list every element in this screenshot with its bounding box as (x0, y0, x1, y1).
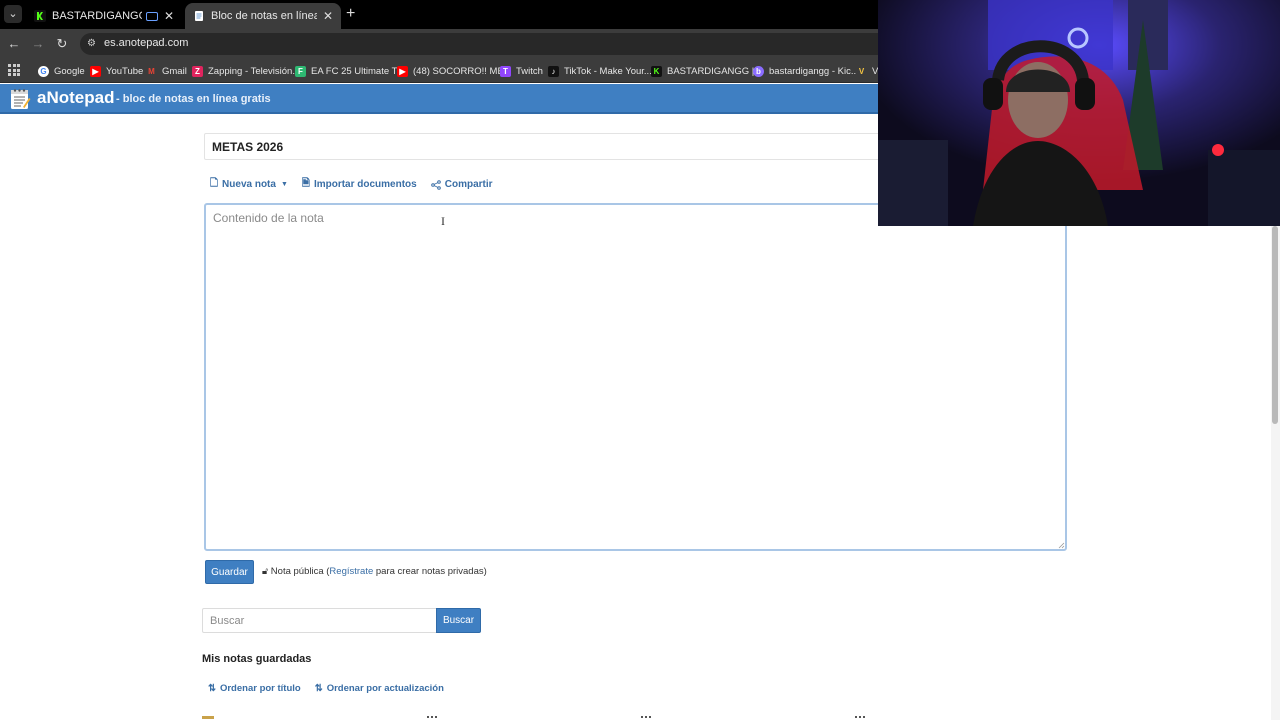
bookmark-label: Zapping - Televisión... (208, 65, 301, 77)
bookmark-label: TikTok - Make Your... (564, 65, 652, 77)
kick-icon: b (753, 65, 764, 77)
site-brand[interactable]: aNotepad (37, 88, 114, 108)
webcam-overlay (878, 0, 1280, 226)
save-button[interactable]: Guardar (205, 560, 254, 584)
tab-title: BASTARDIGANGG Stream - (52, 10, 142, 22)
bookmark-label: EA FC 25 Ultimate T... (311, 65, 405, 77)
kick-icon: K (651, 65, 662, 77)
reload-icon[interactable]: ↻ (54, 36, 70, 52)
kick-icon (34, 10, 46, 22)
forward-arrow-icon[interactable]: → (30, 36, 46, 52)
bookmark-youtube[interactable]: ▶ YouTube (90, 63, 143, 79)
bookmark-ea-fc[interactable]: F EA FC 25 Ultimate T... (295, 63, 404, 79)
share-link[interactable]: Compartir (430, 176, 493, 193)
tab-title: Bloc de notas en línea - Toma y (211, 10, 317, 22)
register-link[interactable]: Regístrate (329, 566, 373, 577)
back-arrow-icon[interactable]: ← (6, 36, 22, 52)
sort-icon: ⇅ (208, 683, 216, 694)
resize-grip-icon[interactable] (1057, 541, 1065, 549)
bookmark-label: (48) SOCORRO!! ME... (413, 65, 512, 77)
bookmark-label: bastardigangg - Kic... (769, 65, 859, 77)
notepad-logo-icon[interactable] (8, 87, 32, 111)
saved-notes-list-partial (202, 714, 902, 720)
url-text: es.anotepad.com (104, 37, 189, 49)
caret-down-icon: ▼ (280, 181, 288, 188)
google-icon: G (38, 65, 49, 77)
text-cursor-icon: I (441, 214, 445, 228)
notepad-icon (195, 11, 203, 21)
bookmark-label: Google (54, 65, 85, 77)
search-input[interactable] (202, 608, 437, 633)
bookmark-gmail[interactable]: M Gmail (146, 63, 187, 79)
twitch-icon: T (500, 65, 511, 77)
bookmark-google[interactable]: G Google (38, 63, 85, 79)
bookmark-twitch[interactable]: T Twitch (500, 63, 543, 79)
share-label: Compartir (444, 179, 493, 190)
apps-grid-icon[interactable] (8, 64, 20, 76)
bookmark-label: YouTube (106, 65, 144, 77)
bookmark-label: Twitch (516, 65, 543, 77)
bookmark-vi[interactable]: V Vi (856, 63, 880, 79)
tab-anotepad[interactable]: Bloc de notas en línea - Toma y ✕ (185, 3, 341, 29)
sort-icon: ⇅ (314, 683, 323, 694)
import-documents-link[interactable]: 🗎 Importar documentos (302, 176, 417, 193)
youtube-icon: ▶ (397, 65, 408, 77)
futbin-icon: F (295, 65, 306, 77)
site-tagline: - bloc de notas en línea gratis (116, 93, 271, 105)
youtube-icon: ▶ (90, 65, 101, 77)
bookmark-bastardigangg-kick[interactable]: b bastardigangg - Kic... (753, 63, 859, 79)
gmail-icon: M (146, 65, 157, 77)
close-tab-icon[interactable]: ✕ (164, 9, 174, 23)
sort-by-title-link[interactable]: ⇅ Ordenar por título (208, 683, 301, 694)
sort-by-update-label: Ordenar por actualización (326, 683, 444, 694)
more-options-icon[interactable] (641, 716, 651, 719)
tab-list-chevron-icon[interactable]: ⌄ (4, 5, 22, 23)
more-options-icon[interactable] (427, 716, 437, 719)
tab-bastardigangg-stream[interactable]: BASTARDIGANGG Stream - ✕ (26, 3, 182, 29)
bookmark-zapping[interactable]: Z Zapping - Televisión... (192, 63, 300, 79)
new-tab-plus-icon[interactable]: + (346, 6, 355, 22)
import-label: Importar documentos (313, 179, 417, 190)
document-icon: 🗎 (301, 178, 310, 189)
valorant-icon: V (856, 65, 867, 77)
zapping-icon: Z (192, 65, 203, 77)
public-note-prefix: Nota pública ( (270, 566, 330, 577)
public-note-info: 🔓︎ Nota pública (Regístrate para crear n… (262, 566, 487, 577)
webcam-feed-image (878, 0, 1280, 226)
new-file-icon: 🗋 (210, 178, 219, 189)
bookmark-label: BASTARDIGANGG |... (667, 65, 763, 77)
site-info-icon[interactable]: ⚙ (87, 38, 98, 49)
bookmark-label: Gmail (162, 65, 187, 77)
bookmark-tiktok[interactable]: ♪ TikTok - Make Your... (548, 63, 652, 79)
new-note-dropdown[interactable]: 🗋 Nueva nota ▼ (210, 176, 288, 193)
bookmark-socorro[interactable]: ▶ (48) SOCORRO!! ME... (397, 63, 512, 79)
page-scrollbar-thumb[interactable] (1272, 226, 1278, 424)
search-button[interactable]: Buscar (436, 608, 481, 633)
tiktok-icon: ♪ (548, 65, 559, 77)
bookmark-bastardigangg[interactable]: K BASTARDIGANGG |... (651, 63, 762, 79)
public-note-suffix: para crear notas privadas) (373, 566, 487, 577)
note-content-textarea[interactable] (204, 203, 1067, 551)
close-tab-icon[interactable]: ✕ (323, 9, 333, 23)
note-actions: 🗋 Nueva nota ▼ 🗎 Importar documentos Com… (210, 176, 493, 193)
more-options-icon[interactable] (855, 716, 865, 719)
sort-by-update-link[interactable]: ⇅ Ordenar por actualización (315, 683, 444, 694)
sort-options: ⇅ Ordenar por título ⇅ Ordenar por actua… (208, 683, 444, 694)
sort-by-title-label: Ordenar por título (219, 683, 301, 694)
folder-icon (202, 716, 214, 719)
unlock-icon: 🔓︎ (262, 566, 269, 577)
saved-notes-heading: Mis notas guardadas (202, 653, 312, 665)
screen-share-icon (145, 11, 158, 21)
share-icon (430, 179, 441, 190)
new-note-label: Nueva nota (222, 179, 276, 190)
